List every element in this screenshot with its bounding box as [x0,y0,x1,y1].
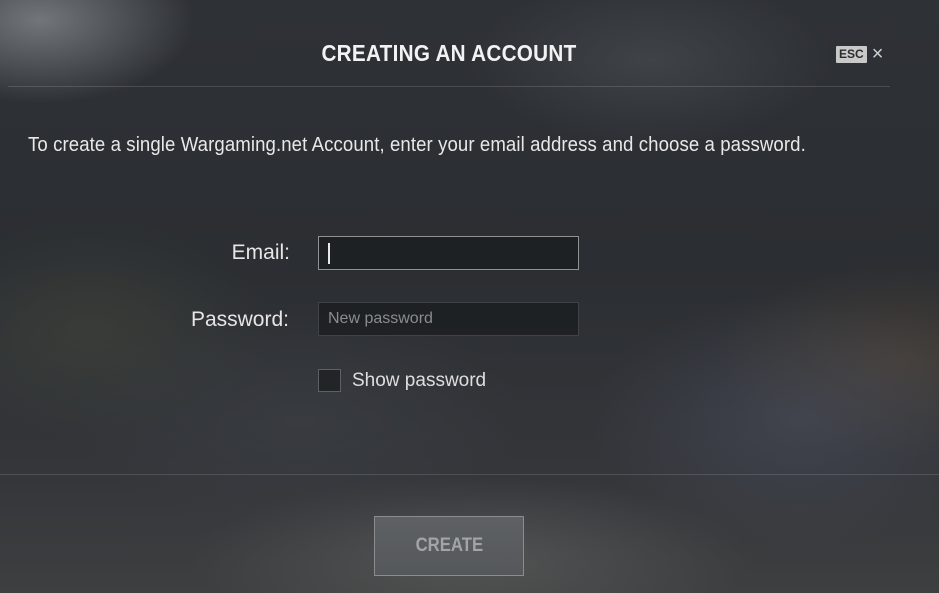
background-scene [0,0,939,593]
password-label: Password: [190,308,289,331]
dialog-header: CREATING AN ACCOUNT ESC × [8,0,890,87]
create-button[interactable]: CREATE [374,516,524,576]
close-icon[interactable]: × [872,44,884,64]
footer-divider [0,474,939,475]
show-password-label[interactable]: Show password [352,370,486,392]
close-control[interactable]: ESC × [836,44,884,64]
create-button-label: CREATE [415,535,483,556]
esc-key-hint: ESC [836,45,867,63]
email-label: Email: [231,241,290,264]
dialog-title: CREATING AN ACCOUNT [321,40,577,66]
show-password-checkbox[interactable] [318,369,341,392]
intro-text: To create a single Wargaming.net Account… [28,134,806,156]
password-field[interactable] [318,302,579,336]
email-field[interactable] [318,236,579,270]
text-caret [328,243,330,264]
